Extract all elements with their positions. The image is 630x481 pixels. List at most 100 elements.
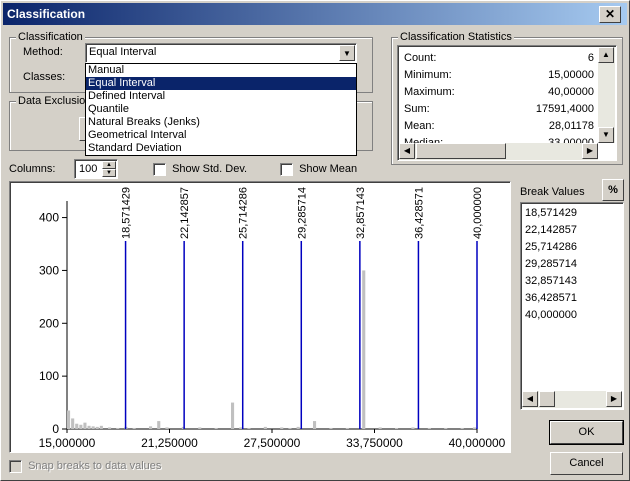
- histogram-bar: [329, 427, 333, 429]
- method-option[interactable]: Quantile: [86, 103, 356, 116]
- close-button[interactable]: ✕: [599, 6, 621, 23]
- cancel-button[interactable]: Cancel: [550, 452, 623, 475]
- histogram-panel[interactable]: 0 100 200 300 400 15,000000 21,250000 27,500000…: [9, 181, 511, 453]
- break-value-item[interactable]: 18,571429: [521, 205, 623, 222]
- show-mean-label: Show Mean: [299, 163, 358, 176]
- break-line-label: 32,857143: [355, 187, 367, 239]
- percent-button[interactable]: %: [602, 179, 624, 201]
- break-line-label: 18,571429: [121, 187, 133, 239]
- histogram-bar: [231, 402, 235, 429]
- statistics-hscrollbar[interactable]: ◀ ▶: [399, 143, 598, 160]
- histogram-bar: [288, 427, 292, 429]
- method-combobox[interactable]: Equal Interval ▼: [85, 43, 357, 63]
- histogram-bar: [263, 426, 267, 429]
- method-option[interactable]: Equal Interval: [86, 77, 356, 90]
- histogram-bar: [444, 427, 448, 429]
- hscroll-thumb[interactable]: [539, 391, 555, 407]
- show-mean-checkbox[interactable]: Show Mean: [280, 163, 357, 176]
- statistics-row: Minimum: 15,00000: [404, 69, 594, 85]
- histogram-bar: [91, 426, 95, 429]
- histogram-bar: [427, 427, 431, 429]
- histogram-chart[interactable]: 0 100 200 300 400 15,000000 21,250000 27,500000…: [11, 183, 511, 453]
- histogram-bar: [95, 426, 99, 429]
- spin-up-icon[interactable]: ▲: [102, 161, 116, 169]
- method-option[interactable]: Defined Interval: [86, 90, 356, 103]
- statistics-group-label: Classification Statistics: [398, 31, 514, 43]
- classification-dialog: Classification ✕ Classification Method: …: [0, 0, 630, 481]
- x-tick-label: 33,750000: [346, 436, 403, 450]
- statistics-row-value: 15,00000: [548, 69, 594, 81]
- x-tick-label: 27,500000: [244, 436, 301, 450]
- y-tick-label: 200: [39, 316, 59, 330]
- histogram-bar: [99, 425, 103, 429]
- break-value-item[interactable]: 29,285714: [521, 256, 623, 273]
- histogram-bar: [280, 427, 284, 429]
- break-line-label: 36,428571: [413, 187, 425, 239]
- statistics-row: Maximum: 40,00000: [404, 86, 594, 102]
- statistics-row-value: 17591,4000: [535, 103, 594, 115]
- statistics-row-label: Minimum:: [404, 69, 452, 81]
- show-std-dev-label: Show Std. Dev.: [172, 163, 248, 176]
- break-value-item[interactable]: 22,142857: [521, 222, 623, 239]
- histogram-bar: [132, 427, 136, 429]
- histogram-bar: [247, 427, 251, 429]
- histogram-bar: [411, 427, 415, 429]
- histogram-bar: [472, 427, 476, 429]
- show-std-dev-checkbox[interactable]: Show Std. Dev.: [153, 163, 247, 176]
- spin-down-icon[interactable]: ▼: [102, 169, 116, 177]
- scroll-right-icon[interactable]: ▶: [606, 391, 622, 407]
- histogram-bar: [313, 421, 317, 429]
- method-combobox-value: Equal Interval: [89, 46, 157, 58]
- break-values-hscrollbar[interactable]: ◀ ▶: [522, 391, 622, 408]
- histogram-bar: [87, 425, 91, 429]
- method-option[interactable]: Geometrical Interval: [86, 129, 356, 142]
- statistics-row-label: Count:: [404, 52, 437, 64]
- y-tick-label: 0: [52, 422, 59, 436]
- break-values-list[interactable]: 18,571429 22,142857 25,714286 29,285714 32,8…: [520, 202, 624, 410]
- statistics-row: Count: 6: [404, 52, 594, 68]
- checkbox-box[interactable]: [280, 163, 293, 176]
- ok-button[interactable]: OK: [549, 420, 624, 445]
- x-tick-label: 40,000000: [449, 436, 506, 450]
- checkbox-box: [9, 460, 22, 473]
- break-value-item[interactable]: 40,000000: [521, 307, 623, 324]
- histogram-bar: [79, 424, 83, 429]
- statistics-vscrollbar[interactable]: ▲ ▼: [598, 47, 615, 143]
- method-option[interactable]: Manual: [86, 64, 356, 77]
- break-value-item[interactable]: 32,857143: [521, 273, 623, 290]
- break-value-item[interactable]: 36,428571: [521, 290, 623, 307]
- data-exclusion-group-label: Data Exclusion: [16, 95, 94, 107]
- statistics-row-value: 40,00000: [548, 86, 594, 98]
- hscroll-thumb[interactable]: [416, 143, 506, 159]
- scroll-left-icon[interactable]: ◀: [522, 391, 538, 407]
- classes-label: Classes:: [23, 71, 66, 83]
- scroll-down-icon[interactable]: ▼: [598, 127, 614, 143]
- scroll-left-icon[interactable]: ◀: [399, 143, 415, 159]
- checkbox-box[interactable]: [153, 163, 166, 176]
- histogram-bar: [116, 427, 120, 429]
- statistics-row-label: Maximum:: [404, 86, 455, 98]
- histogram-bar: [378, 427, 382, 429]
- histogram-bar: [296, 426, 300, 429]
- columns-value: 100: [79, 163, 98, 175]
- histogram-bar: [67, 410, 71, 429]
- columns-spinner[interactable]: 100 ▲ ▼: [74, 159, 118, 179]
- statistics-row-label: Sum:: [404, 103, 430, 115]
- histogram-bar: [198, 427, 202, 429]
- statistics-row: Sum: 17591,4000: [404, 103, 594, 119]
- title-bar: Classification ✕: [3, 3, 627, 25]
- y-tick-label: 100: [39, 369, 59, 383]
- scroll-up-icon[interactable]: ▲: [598, 47, 614, 63]
- scroll-right-icon[interactable]: ▶: [582, 143, 598, 159]
- method-label: Method:: [23, 46, 63, 58]
- method-option[interactable]: Standard Deviation: [86, 142, 356, 155]
- histogram-bar: [71, 418, 75, 429]
- window-title: Classification: [7, 7, 86, 21]
- break-value-item[interactable]: 25,714286: [521, 239, 623, 256]
- columns-label: Columns:: [9, 163, 56, 175]
- chevron-down-icon[interactable]: ▼: [339, 45, 355, 61]
- break-line-label: 29,285714: [296, 187, 308, 239]
- statistics-row-value: 28,01178: [548, 120, 594, 132]
- histogram-bar: [345, 427, 349, 429]
- method-option[interactable]: Natural Breaks (Jenks): [86, 116, 356, 129]
